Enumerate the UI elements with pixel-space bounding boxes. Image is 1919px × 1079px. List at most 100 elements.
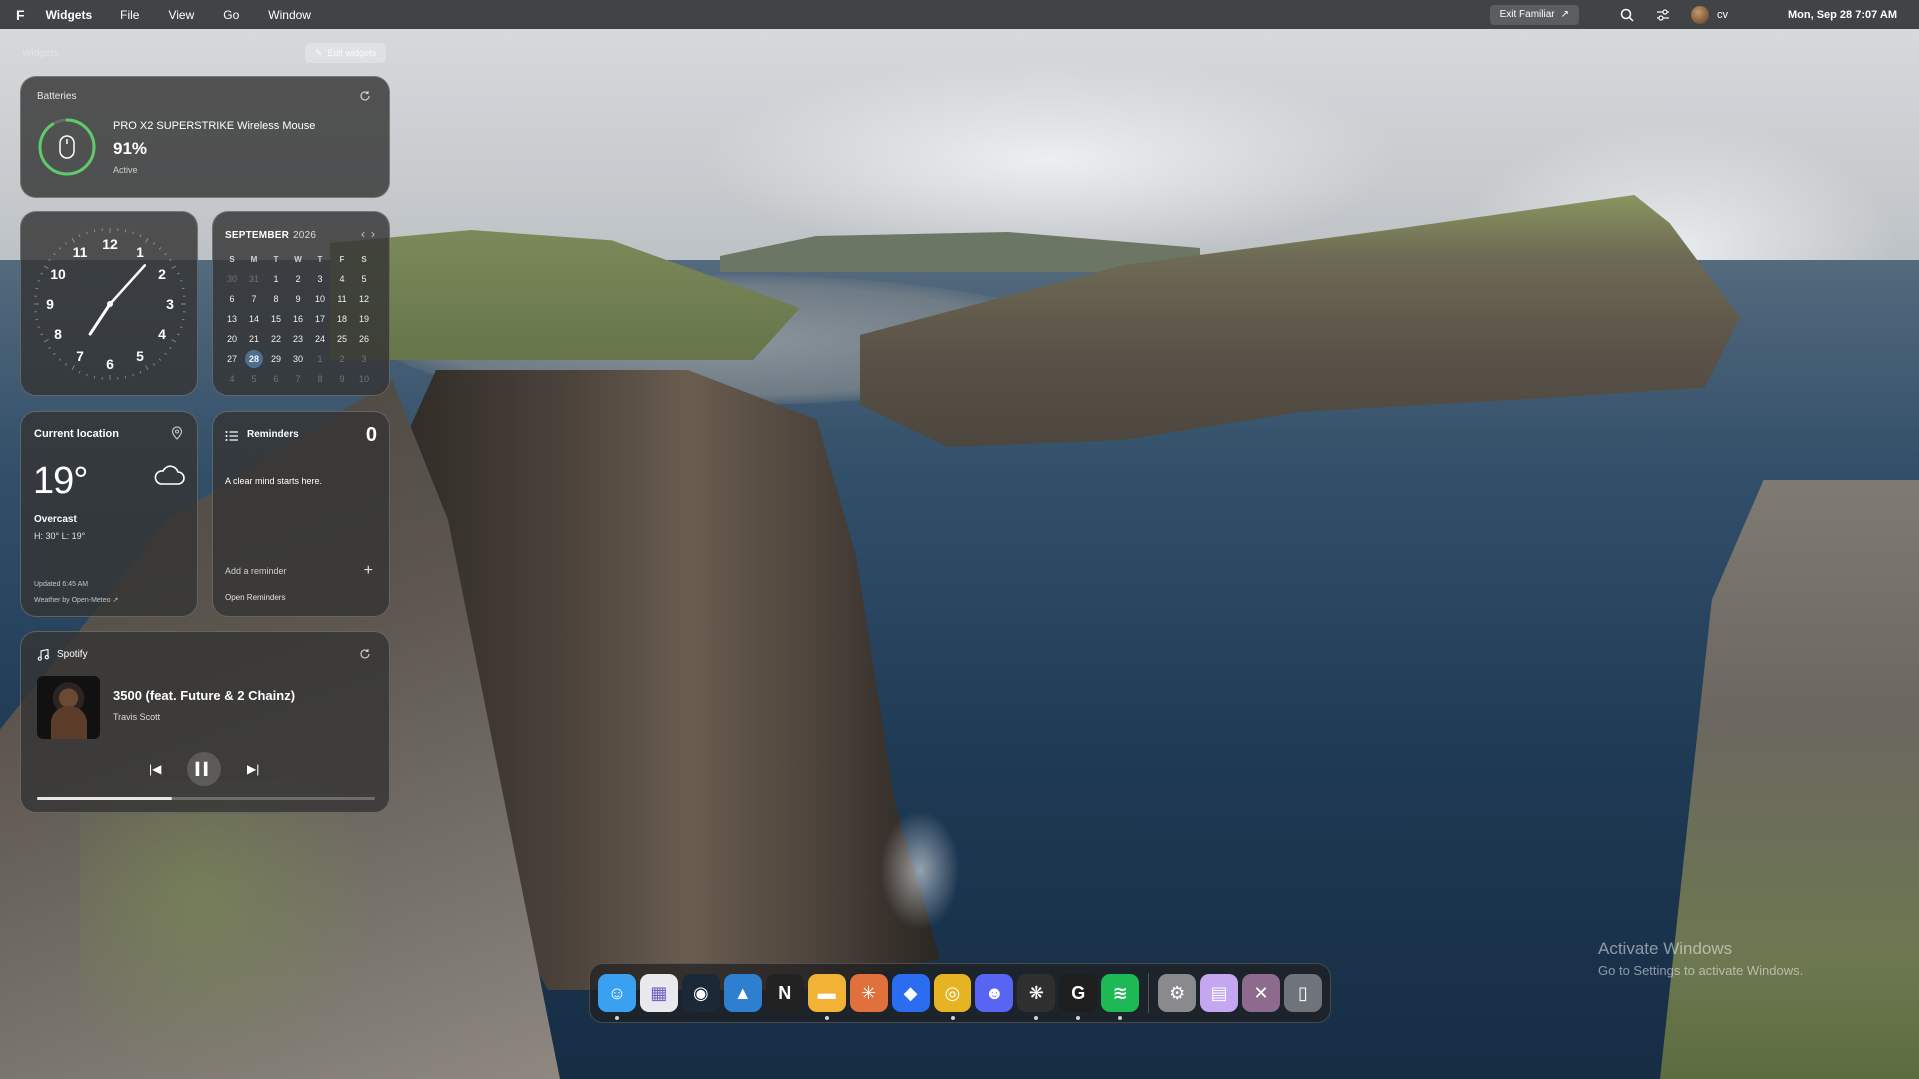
calendar-day-outside[interactable]: 10 bbox=[353, 369, 375, 389]
calendar-day[interactable]: 29 bbox=[265, 349, 287, 369]
weather-source-link[interactable]: Weather by Open-Meteo ↗ bbox=[34, 596, 118, 604]
playback-progress-bar[interactable] bbox=[37, 797, 375, 800]
calendar-day-outside[interactable]: 4 bbox=[221, 369, 243, 389]
app-logo[interactable]: F bbox=[16, 7, 25, 23]
calendar-day[interactable]: 12 bbox=[353, 289, 375, 309]
refresh-icon[interactable] bbox=[359, 647, 371, 665]
calendar-day-outside[interactable]: 3 bbox=[353, 349, 375, 369]
user-name[interactable]: cv bbox=[1717, 9, 1728, 21]
calendar-day-today[interactable]: 28 bbox=[243, 349, 265, 369]
calendar-day[interactable]: 14 bbox=[243, 309, 265, 329]
calendar-day[interactable]: 22 bbox=[265, 329, 287, 349]
finder-icon[interactable]: ☺ bbox=[598, 974, 636, 1020]
edit-widgets-button[interactable]: ✎ Edit widgets bbox=[305, 43, 387, 63]
calendar-day[interactable]: 17 bbox=[309, 309, 331, 329]
calendar-day[interactable]: 13 bbox=[221, 309, 243, 329]
calendar-weekday: F bbox=[339, 254, 345, 264]
clock-minute-hand bbox=[108, 264, 147, 306]
calendar-day[interactable]: 15 bbox=[265, 309, 287, 329]
calendar-day-outside[interactable]: 9 bbox=[331, 369, 353, 389]
chrome-icon[interactable]: ◎ bbox=[933, 974, 972, 1020]
calendar-day[interactable]: 23 bbox=[287, 329, 309, 349]
calendar-day[interactable]: 16 bbox=[287, 309, 309, 329]
calendar-day-outside[interactable]: 6 bbox=[265, 369, 287, 389]
menu-window[interactable]: Window bbox=[268, 8, 311, 22]
calendar-day-outside[interactable]: 31 bbox=[243, 269, 265, 289]
steam-icon[interactable]: ◉ bbox=[681, 974, 720, 1012]
calendar-day[interactable]: 6 bbox=[221, 289, 243, 309]
calendar-day[interactable]: 30 bbox=[287, 349, 309, 369]
pause-button[interactable]: ▍▍ bbox=[187, 752, 221, 786]
weather-high-low: H: 30° L: 19° bbox=[34, 531, 86, 541]
menu-go[interactable]: Go bbox=[223, 8, 239, 22]
menu-view[interactable]: View bbox=[168, 8, 194, 22]
calendar-day-outside[interactable]: 5 bbox=[243, 369, 265, 389]
launchpad-icon[interactable]: ▦ bbox=[639, 974, 678, 1012]
calendar-day[interactable]: 4 bbox=[331, 269, 353, 289]
calendar-day[interactable]: 20 bbox=[221, 329, 243, 349]
exit-familiar-button[interactable]: Exit Familiar ↗ bbox=[1489, 4, 1579, 25]
user-avatar[interactable] bbox=[1690, 5, 1709, 24]
next-track-icon[interactable]: ▶| bbox=[247, 762, 259, 776]
chatgpt-icon[interactable]: ❋ bbox=[1017, 974, 1056, 1020]
clock-tick bbox=[124, 229, 127, 233]
chevron-left-icon[interactable]: ‹ bbox=[361, 227, 365, 241]
clock-tick bbox=[176, 333, 180, 336]
photos-icon[interactable]: ▲ bbox=[723, 974, 762, 1012]
calendar-day[interactable]: 21 bbox=[243, 329, 265, 349]
menu-app-name[interactable]: Widgets bbox=[46, 8, 93, 22]
calendar-day[interactable]: 27 bbox=[221, 349, 243, 369]
calendar-day[interactable]: 26 bbox=[353, 329, 375, 349]
clock-tick bbox=[43, 265, 49, 269]
calendar-weekday: W bbox=[294, 254, 302, 264]
trash-icon[interactable]: ▯ bbox=[1284, 974, 1322, 1012]
open-reminders-link[interactable]: Open Reminders bbox=[225, 593, 285, 602]
roblox-icon[interactable]: ◆ bbox=[891, 974, 930, 1012]
calendar-day[interactable]: 3 bbox=[309, 269, 331, 289]
calendar-day-outside[interactable]: 2 bbox=[331, 349, 353, 369]
add-reminder-input[interactable]: Add a reminder bbox=[225, 566, 287, 576]
calendar-day-outside[interactable]: 1 bbox=[309, 349, 331, 369]
calendar-day[interactable]: 25 bbox=[331, 329, 353, 349]
spotify-icon[interactable]: ≋ bbox=[1101, 974, 1140, 1020]
clock-tick bbox=[53, 352, 56, 356]
refresh-icon[interactable] bbox=[359, 89, 371, 107]
calendar-day[interactable]: 5 bbox=[353, 269, 375, 289]
calendar-day[interactable]: 19 bbox=[353, 309, 375, 329]
notion-icon[interactable]: N bbox=[765, 974, 804, 1012]
calendar-day-outside[interactable]: 8 bbox=[309, 369, 331, 389]
claude-icon[interactable]: ✳ bbox=[849, 974, 888, 1012]
logitech-icon[interactable]: G bbox=[1059, 974, 1098, 1020]
calendar-day[interactable]: 8 bbox=[265, 289, 287, 309]
weather-widget[interactable]: Current location 19° Overcast H: 30° L: … bbox=[20, 411, 198, 617]
location-pin-icon[interactable] bbox=[171, 426, 183, 445]
calendar-day[interactable]: 1 bbox=[265, 269, 287, 289]
calendar-day[interactable]: 18 bbox=[331, 309, 353, 329]
calendar-day[interactable]: 10 bbox=[309, 289, 331, 309]
menu-file[interactable]: File bbox=[120, 8, 139, 22]
close-icon[interactable]: ✕ bbox=[1242, 974, 1280, 1012]
menu-bar: F Widgets File View Go Window Exit Famil… bbox=[0, 0, 1919, 29]
clock-tick bbox=[78, 234, 81, 238]
battery-percent: 91% bbox=[113, 139, 148, 158]
discord-icon[interactable]: ☻ bbox=[975, 974, 1014, 1012]
calendar-day[interactable]: 7 bbox=[243, 289, 265, 309]
search-icon[interactable] bbox=[1619, 7, 1635, 23]
files-icon[interactable]: ▬ bbox=[807, 974, 846, 1020]
calendar-day[interactable]: 2 bbox=[287, 269, 309, 289]
plus-icon[interactable]: + bbox=[364, 562, 373, 580]
calendar-day-outside[interactable]: 7 bbox=[287, 369, 309, 389]
settings-icon[interactable]: ⚙ bbox=[1158, 974, 1197, 1012]
previous-track-icon[interactable]: |◀ bbox=[149, 762, 161, 776]
clock-number: 8 bbox=[54, 326, 62, 342]
clock-tick bbox=[169, 259, 172, 262]
calendar-day-outside[interactable]: 30 bbox=[221, 269, 243, 289]
calendar-day[interactable]: 9 bbox=[287, 289, 309, 309]
menu-clock[interactable]: Mon, Sep 28 7:07 AM bbox=[1788, 9, 1897, 21]
calendar-day[interactable]: 11 bbox=[331, 289, 353, 309]
widgets-icon[interactable]: ▤ bbox=[1200, 974, 1239, 1012]
clock-number: 9 bbox=[46, 296, 54, 312]
control-center-icon[interactable] bbox=[1655, 7, 1671, 23]
chevron-right-icon[interactable]: › bbox=[371, 227, 375, 241]
calendar-day[interactable]: 24 bbox=[309, 329, 331, 349]
